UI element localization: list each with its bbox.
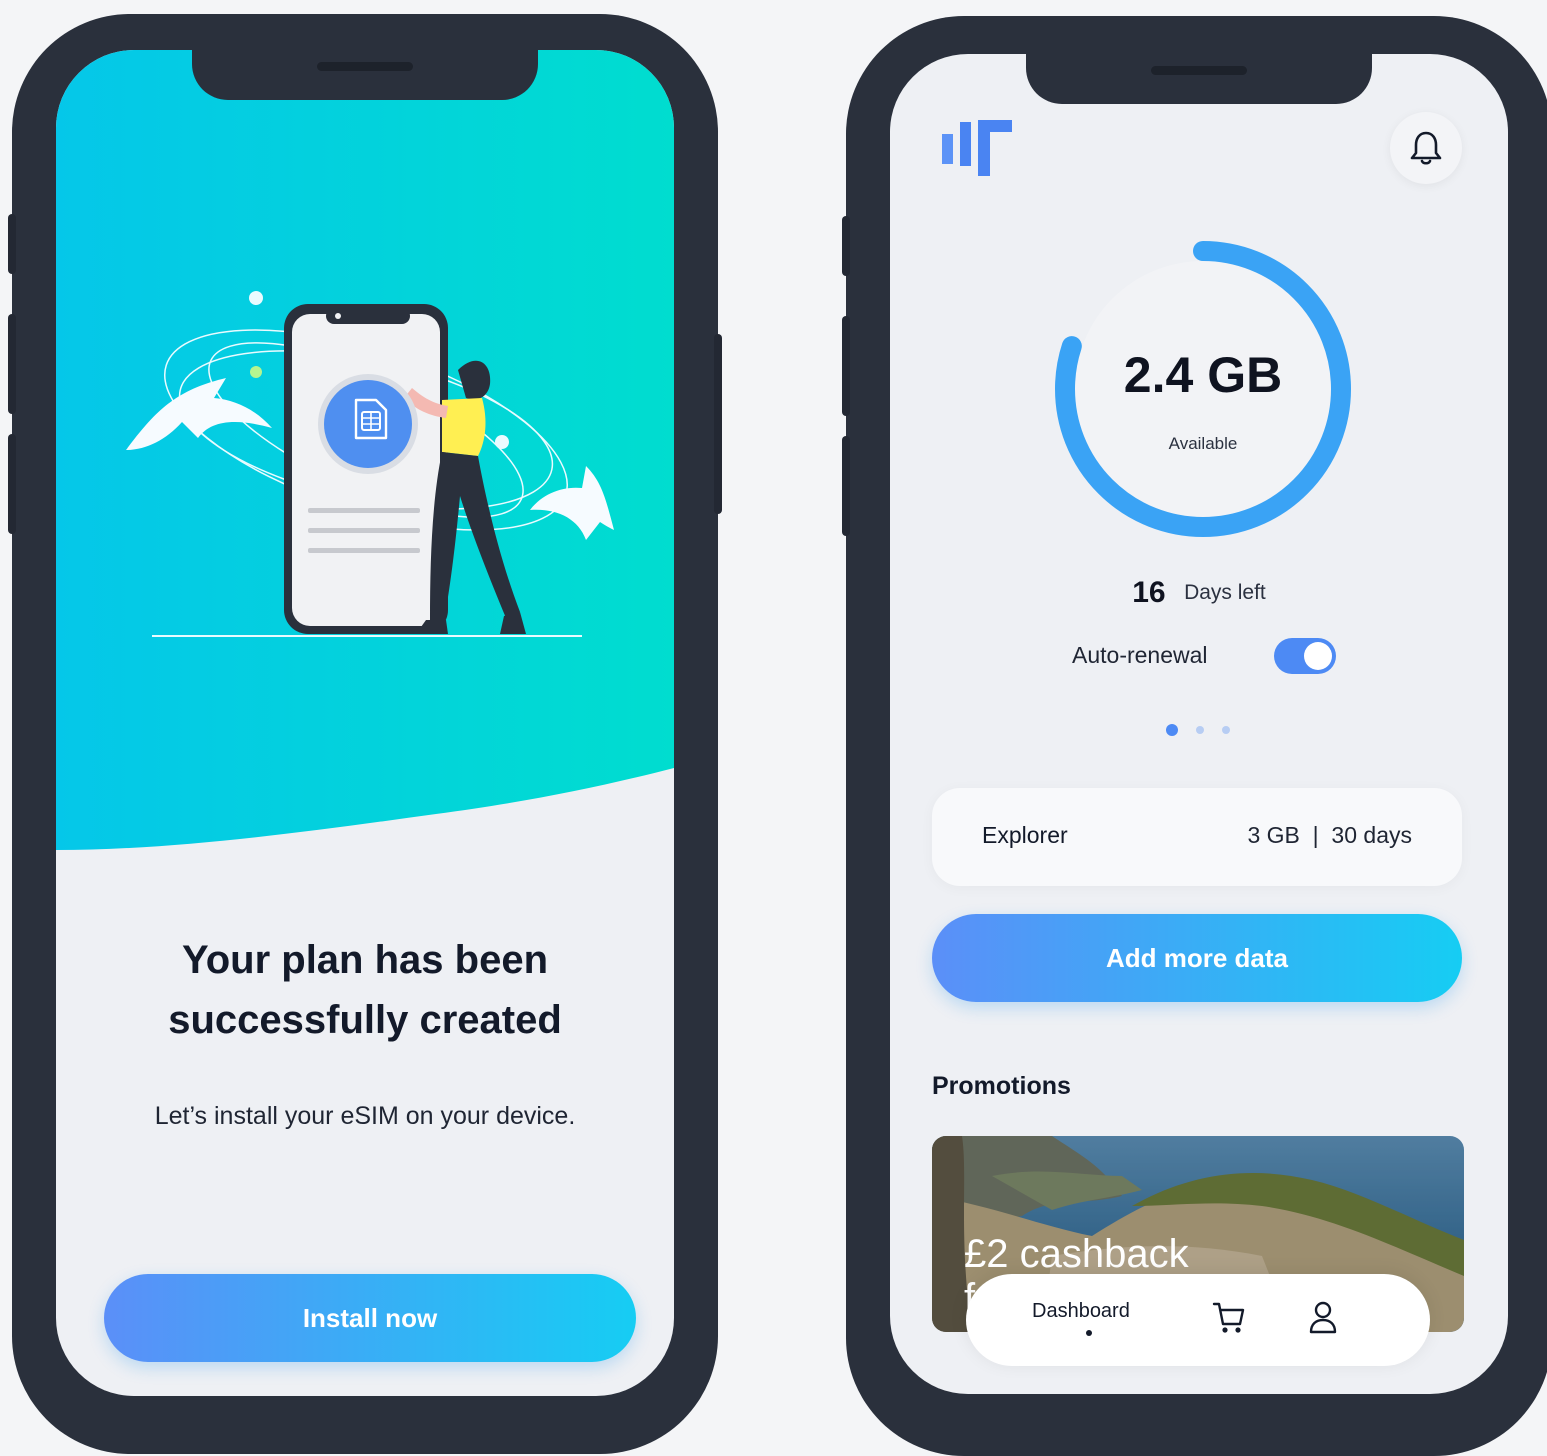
days-left-label: Days left (1184, 581, 1266, 604)
phone-speaker (317, 62, 413, 71)
phone-mockup-left: Your plan has been successfully created … (8, 14, 722, 1454)
esim-install-illustration (126, 291, 614, 637)
auto-renewal-toggle[interactable] (1274, 638, 1336, 674)
phone-side-button (842, 316, 850, 416)
phone-mockup-right: 2.4 GB Available 16 Days left Auto-renew… (842, 16, 1547, 1456)
pagination-dot-active[interactable] (1166, 724, 1178, 736)
phone-side-button (842, 436, 850, 536)
phone-speaker (1151, 66, 1247, 75)
add-more-data-button[interactable]: Add more data (932, 914, 1462, 1002)
success-subtitle: Let’s install your eSIM on your device. (154, 1102, 576, 1130)
plan-name: Explorer (982, 822, 1068, 848)
phone-side-button (8, 214, 16, 274)
promotion-title: £2 cashback (964, 1232, 1189, 1276)
brand-logo-icon (942, 120, 1012, 176)
pagination-dot[interactable] (1196, 726, 1204, 734)
dashboard-screen: 2.4 GB Available 16 Days left Auto-renew… (890, 54, 1508, 1394)
onboarding-success-screen: Your plan has been successfully created … (56, 50, 674, 1396)
plan-details: 3 GB | 30 days (1247, 822, 1412, 848)
phone-notch (1026, 54, 1372, 104)
phone-side-button (714, 334, 722, 514)
data-available-value: 2.4 GB (1123, 347, 1283, 403)
cart-icon[interactable] (1212, 1300, 1246, 1334)
sim-card-icon (354, 398, 388, 440)
success-title: Your plan has been successfully created (56, 930, 674, 1050)
nav-dashboard[interactable]: Dashboard (1032, 1300, 1130, 1323)
success-title-line-1: Your plan has been (182, 938, 548, 982)
phone-side-button (8, 314, 16, 414)
current-plan-card[interactable]: Explorer 3 GB | 30 days (932, 788, 1462, 886)
phone-side-button (842, 216, 850, 276)
notifications-button[interactable] (1390, 112, 1462, 184)
auto-renewal-label: Auto-renewal (1072, 642, 1208, 668)
promotions-heading: Promotions (932, 1072, 1071, 1100)
days-left-number: 16 (1132, 576, 1166, 609)
phone-side-button (8, 434, 16, 534)
bell-icon (1410, 131, 1442, 165)
days-left-row: 16 Days left (890, 576, 1508, 610)
nav-active-indicator (1086, 1330, 1092, 1336)
install-now-button[interactable]: Install now (104, 1274, 636, 1362)
toggle-knob (1304, 642, 1332, 670)
phone-notch (192, 50, 538, 100)
data-available-label: Available (1168, 434, 1238, 453)
pagination-dot[interactable] (1222, 726, 1230, 734)
user-icon[interactable] (1308, 1300, 1338, 1334)
success-title-line-2: successfully created (168, 998, 562, 1042)
bottom-navigation: Dashboard (966, 1274, 1430, 1366)
